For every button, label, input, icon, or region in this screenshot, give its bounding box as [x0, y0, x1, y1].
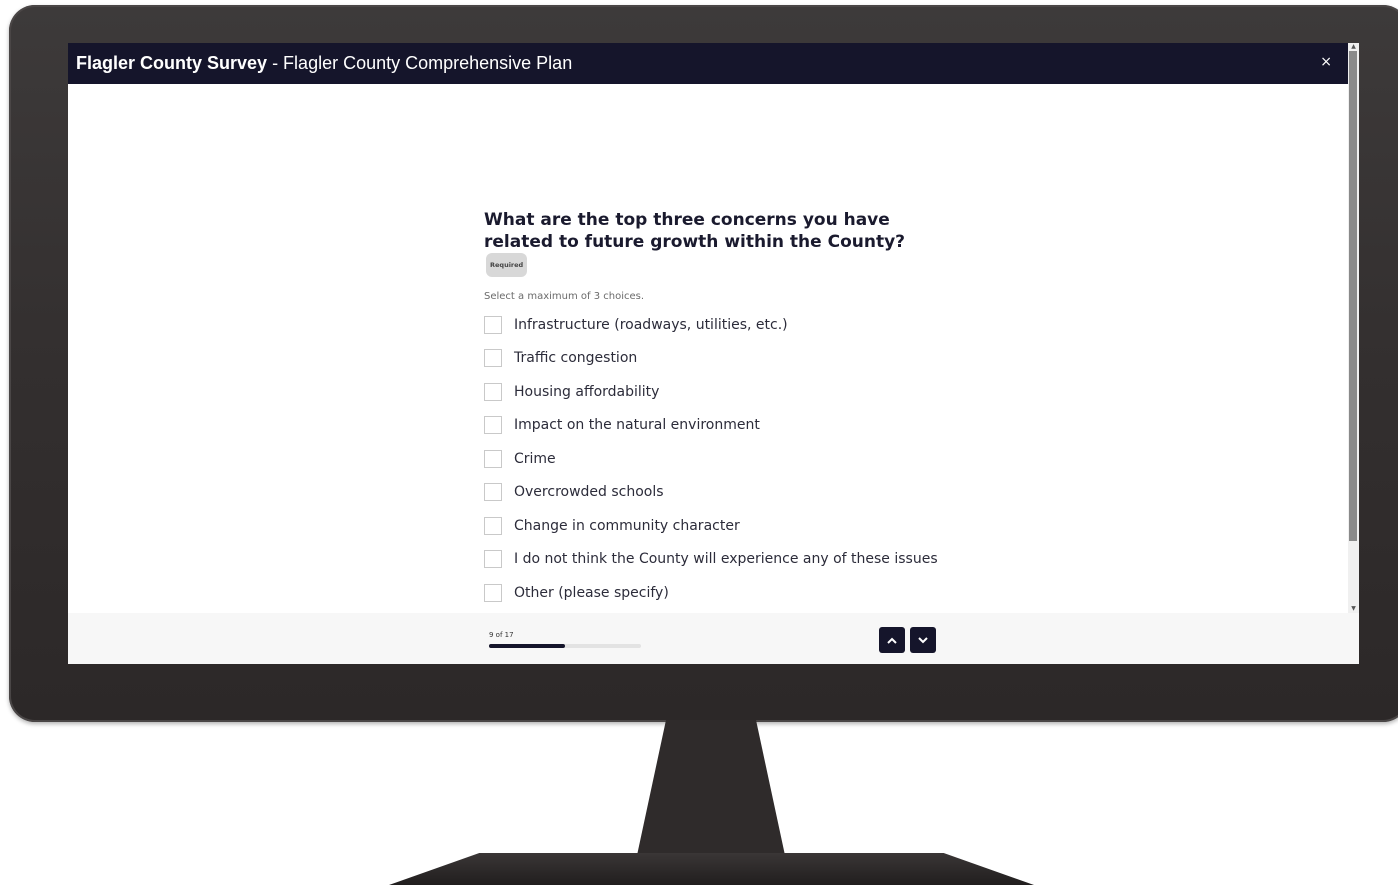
option-label: Housing affordability	[514, 383, 660, 400]
plan-name: - Flagler County Comprehensive Plan	[267, 53, 573, 73]
option-checkbox[interactable]	[484, 416, 502, 435]
option-row[interactable]: Housing affordability	[484, 375, 944, 409]
option-row[interactable]: Infrastructure (roadways, utilities, etc…	[484, 308, 944, 342]
scroll-down-arrow-icon[interactable]: ▼	[1349, 605, 1358, 613]
option-checkbox[interactable]	[484, 449, 502, 468]
footer-bar: 9 of 17	[68, 613, 1359, 664]
window-title: Flagler County Survey - Flagler County C…	[76, 53, 572, 74]
option-label: Traffic congestion	[514, 350, 638, 367]
option-row[interactable]: Impact on the natural environment	[484, 409, 944, 443]
vertical-scrollbar[interactable]: ▲ ▼	[1348, 43, 1359, 613]
progress-text: 9 of 17	[489, 631, 514, 639]
survey-name: Flagler County Survey	[76, 53, 268, 73]
next-question-button[interactable]	[910, 627, 936, 653]
option-row[interactable]: Traffic congestion	[484, 342, 944, 376]
option-label: Other (please specify)	[514, 584, 669, 601]
scrollbar-thumb[interactable]	[1349, 51, 1357, 541]
title-bar: Flagler County Survey - Flagler County C…	[68, 43, 1348, 84]
option-checkbox[interactable]	[484, 483, 502, 502]
option-row[interactable]: I do not think the County will experienc…	[484, 543, 944, 577]
survey-window: Flagler County Survey - Flagler County C…	[68, 43, 1359, 664]
option-row[interactable]: Overcrowded schools	[484, 476, 944, 510]
option-row[interactable]: Other (please specify)	[484, 576, 944, 610]
option-checkbox[interactable]	[484, 349, 502, 368]
monitor-stand-neck	[636, 720, 786, 860]
chevron-up-icon	[887, 637, 897, 644]
option-label: I do not think the County will experienc…	[514, 551, 938, 568]
option-checkbox[interactable]	[484, 516, 502, 535]
option-row[interactable]: Change in community character	[484, 509, 944, 543]
progress-bar	[489, 644, 641, 648]
option-checkbox[interactable]	[484, 550, 502, 569]
option-label: Impact on the natural environment	[514, 417, 760, 434]
option-checkbox[interactable]	[484, 583, 502, 602]
option-checkbox[interactable]	[484, 315, 502, 334]
question-block: What are the top three concerns you have…	[484, 209, 944, 610]
progress-bar-fill	[489, 644, 565, 648]
close-button[interactable]: ×	[1320, 54, 1332, 70]
option-checkbox[interactable]	[484, 382, 502, 401]
option-row[interactable]: Crime	[484, 442, 944, 476]
option-label: Change in community character	[514, 517, 740, 534]
previous-question-button[interactable]	[879, 627, 905, 653]
option-label: Crime	[514, 450, 556, 467]
option-label: Infrastructure (roadways, utilities, etc…	[514, 316, 788, 333]
options-list: Infrastructure (roadways, utilities, etc…	[484, 308, 944, 610]
question-title: What are the top three concerns you have…	[484, 209, 944, 277]
scroll-up-arrow-icon[interactable]: ▲	[1349, 43, 1358, 51]
question-text: What are the top three concerns you have…	[484, 210, 906, 252]
question-hint: Select a maximum of 3 choices.	[484, 291, 645, 302]
monitor-stand-base	[389, 853, 1034, 885]
option-label: Overcrowded schools	[514, 484, 664, 501]
required-badge: Required	[486, 253, 528, 277]
chevron-down-icon	[918, 636, 928, 643]
